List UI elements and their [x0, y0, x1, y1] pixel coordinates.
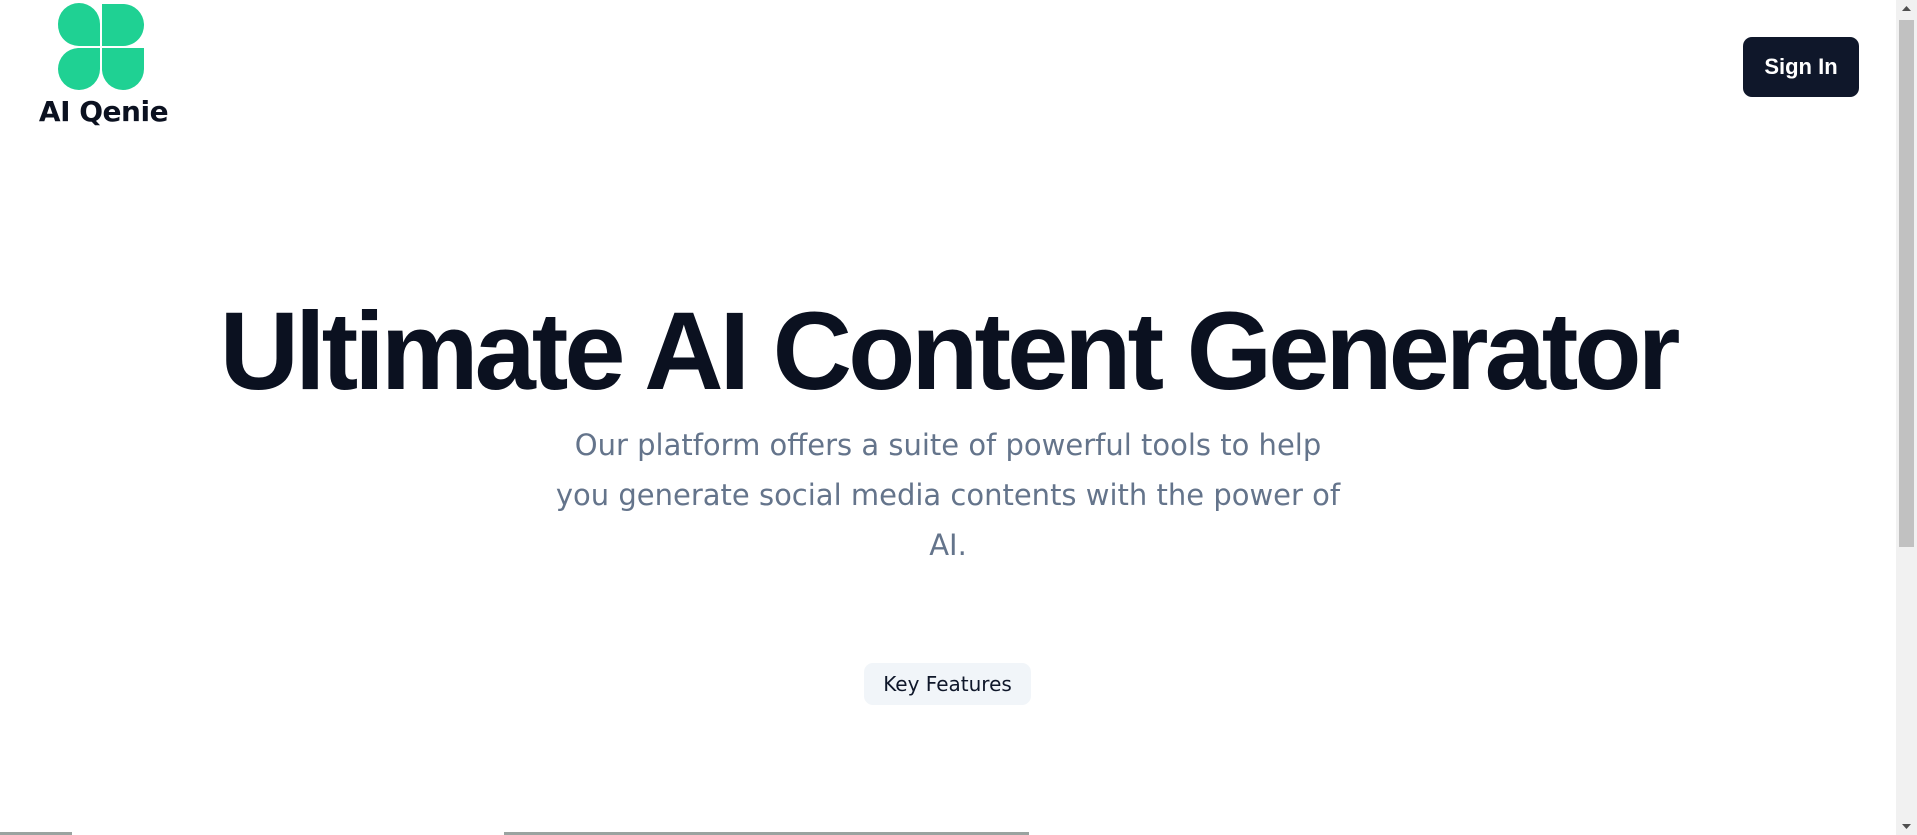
- vertical-scrollbar[interactable]: [1896, 0, 1917, 835]
- scrollbar-thumb[interactable]: [1899, 20, 1914, 547]
- hero-subtitle: Our platform offers a suite of powerful …: [555, 428, 1341, 562]
- scroll-down-arrow-icon[interactable]: [1896, 818, 1917, 835]
- brand-name: AI Qenie: [38, 95, 169, 128]
- key-features-badge: Key Features: [864, 663, 1031, 705]
- scroll-up-arrow-icon[interactable]: [1896, 0, 1917, 17]
- site-header: AI Qenie Sign In: [0, 0, 1896, 140]
- landing-page: AI Qenie Sign In Ultimate AI Content Gen…: [0, 0, 1917, 835]
- hero-title: Ultimate AI Content Generator: [219, 290, 1681, 413]
- brand-logo-link[interactable]: AI Qenie: [36, 0, 171, 130]
- four-leaf-logo-icon: [57, 3, 145, 91]
- sign-in-button[interactable]: Sign In: [1743, 37, 1859, 97]
